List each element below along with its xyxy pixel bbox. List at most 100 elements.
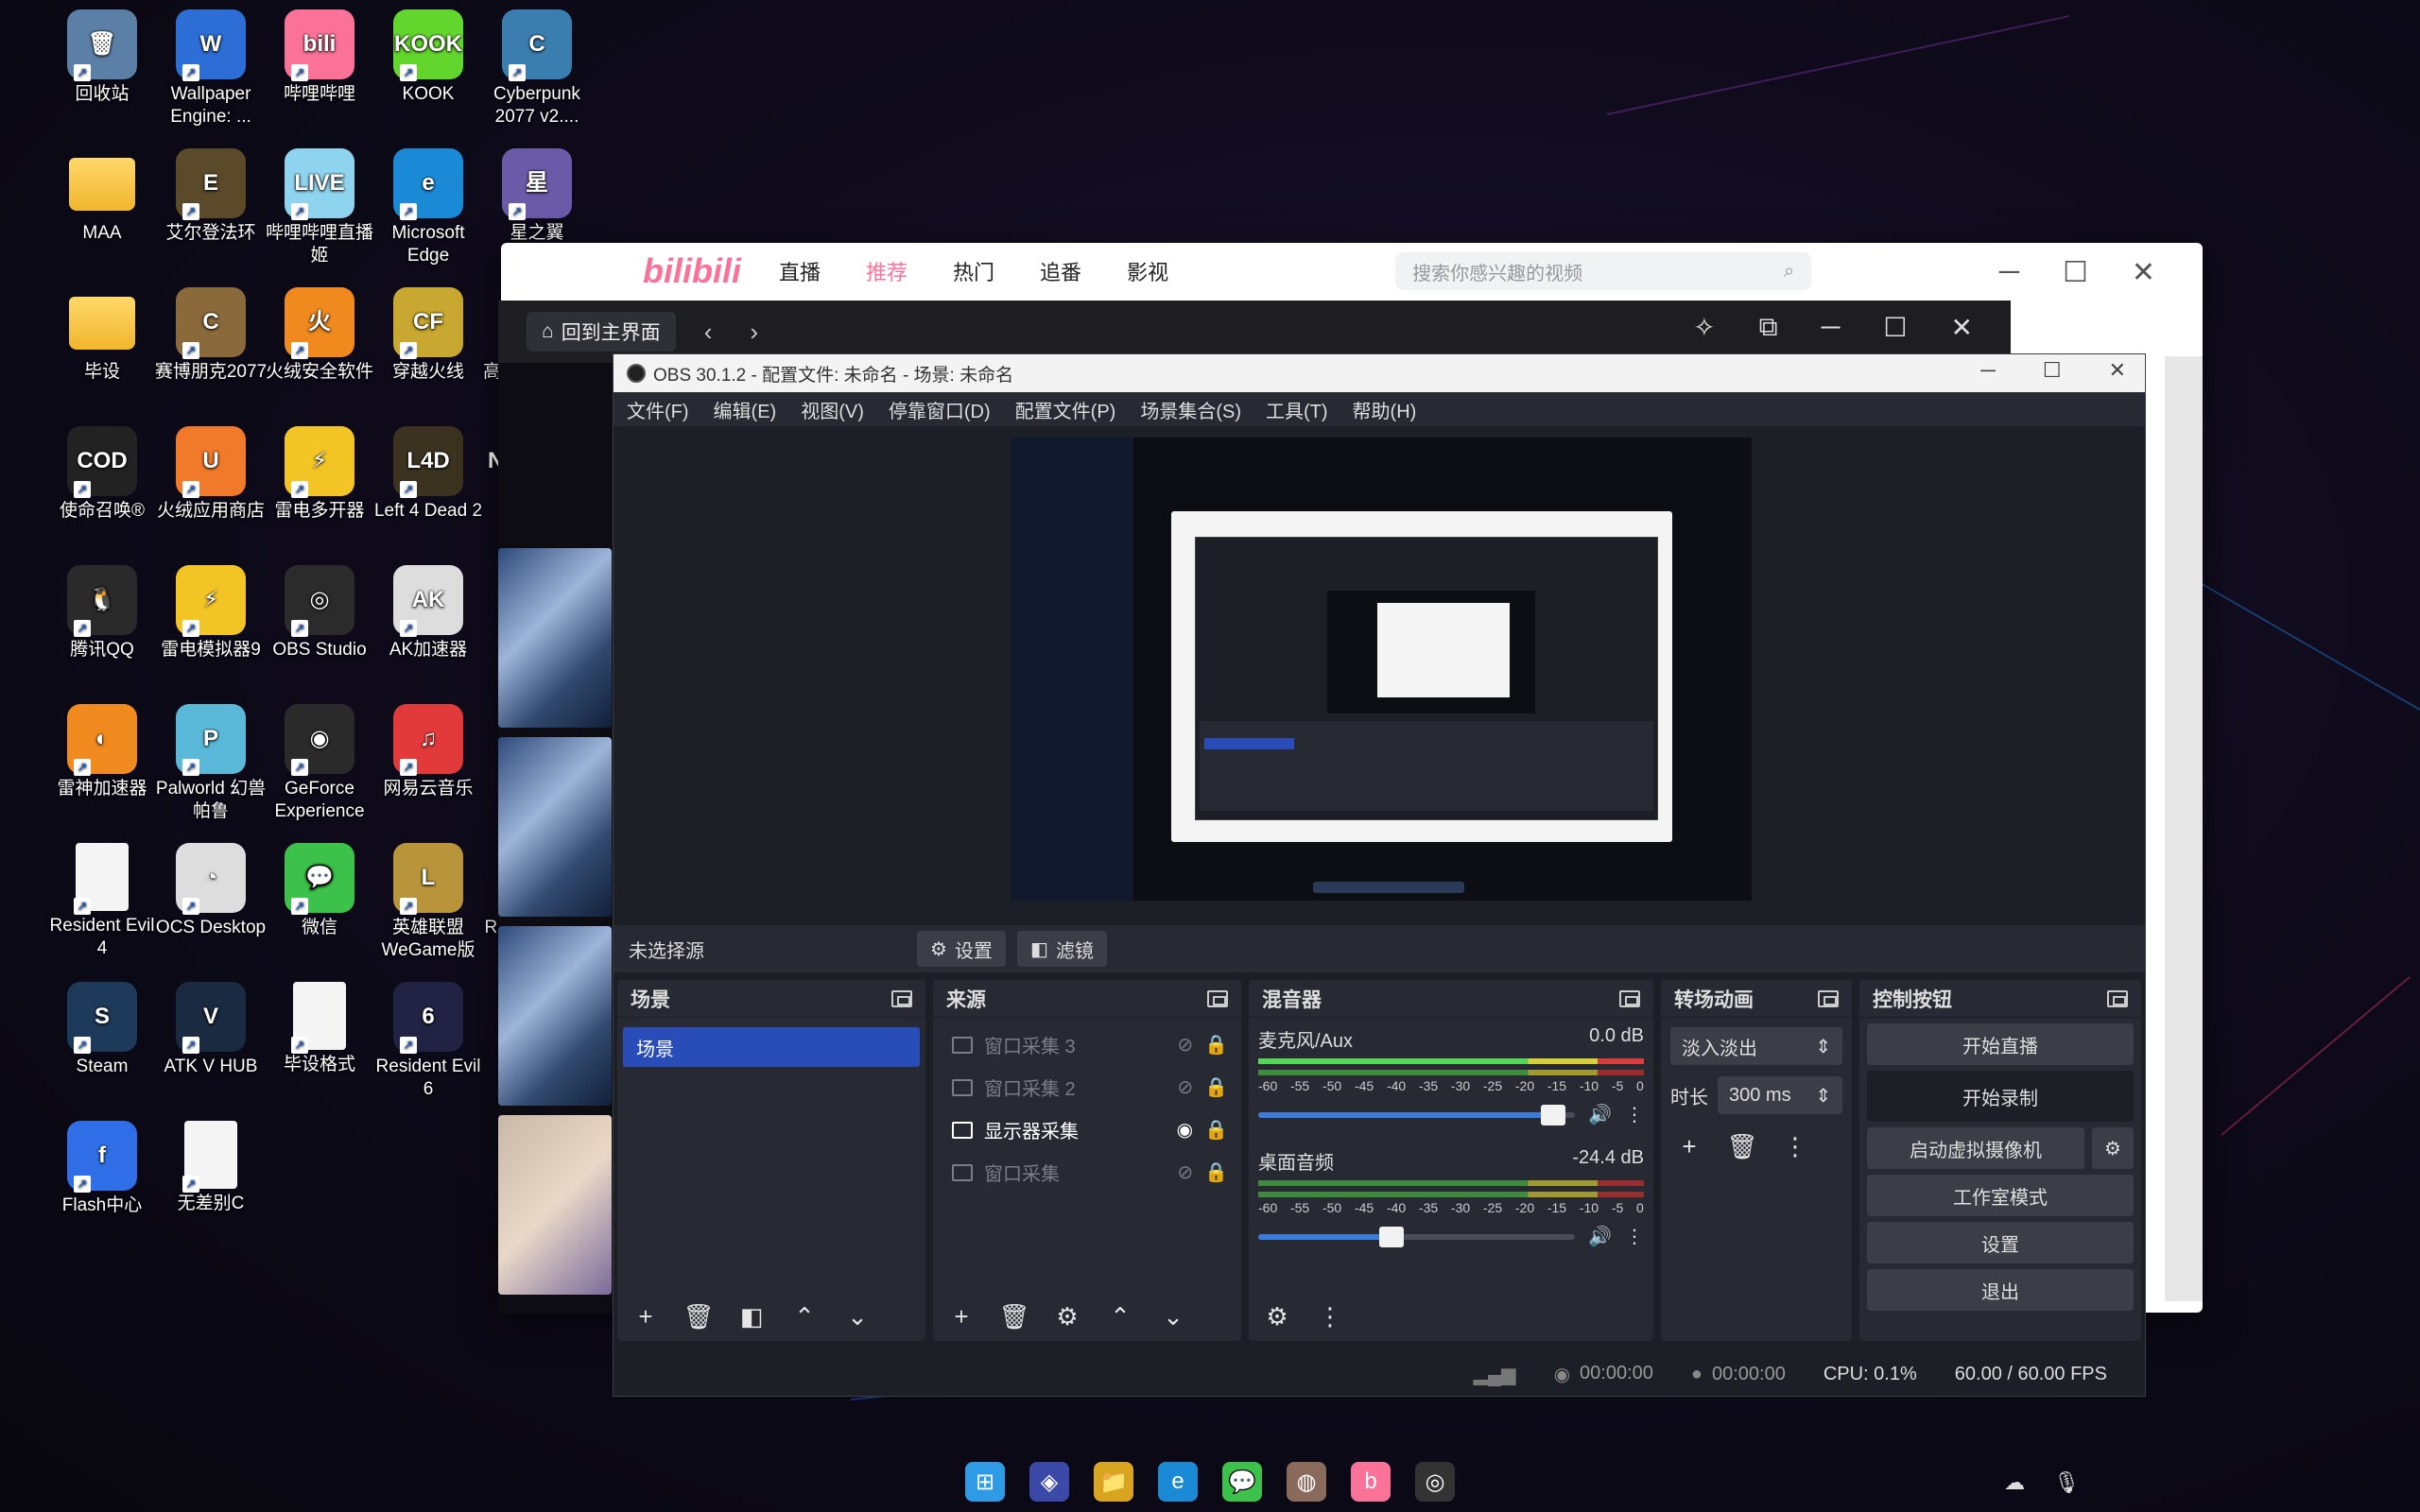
minimize-icon[interactable]: ─: [1822, 312, 1841, 343]
desktop-icon[interactable]: S Steam ↗: [45, 982, 159, 1078]
source-item[interactable]: 显示器采集 ◉ 🔒: [933, 1108, 1241, 1151]
game-taskbar-icon[interactable]: ◍: [1287, 1462, 1326, 1502]
eye-icon[interactable]: ◉: [1177, 1118, 1193, 1142]
undock-icon[interactable]: [1207, 989, 1228, 1007]
minimize-icon[interactable]: ─: [1999, 256, 2019, 289]
undock-icon[interactable]: [891, 989, 912, 1007]
desktop-icon[interactable]: W Wallpaper Engine: ... ↗: [154, 9, 268, 129]
menu-item[interactable]: 编辑(E): [714, 396, 777, 423]
speaker-icon[interactable]: 🔊: [1588, 1225, 1612, 1248]
microphone-icon[interactable]: 🎙: [2053, 1470, 2080, 1495]
obs-window[interactable]: OBS 30.1.2 - 配置文件: 未命名 - 场景: 未命名 ─ ☐ ✕ 文…: [613, 353, 2146, 1397]
close-icon[interactable]: ✕: [1951, 312, 1973, 343]
close-icon[interactable]: ✕: [2109, 358, 2126, 383]
bili-logo[interactable]: bilibili: [643, 251, 741, 291]
video-thumbnail[interactable]: [498, 737, 612, 917]
desktop-icon[interactable]: MAA: [45, 148, 159, 245]
desktop-icon[interactable]: 毕设格式 ↗: [263, 982, 376, 1076]
bili-nav-item[interactable]: 追番: [1040, 256, 1081, 286]
more-menu-icon[interactable]: ⋮: [1311, 1297, 1349, 1335]
start-recording-button[interactable]: 开始录制: [1867, 1071, 2134, 1122]
minimize-icon[interactable]: ─: [1980, 358, 1996, 383]
app-icon-taskbar-icon[interactable]: ◈: [1029, 1462, 1069, 1502]
lock-icon[interactable]: 🔒: [1204, 1118, 1228, 1142]
desktop-icon[interactable]: AK AK加速器 ↗: [372, 565, 485, 662]
menu-item[interactable]: 配置文件(P): [1015, 396, 1116, 423]
desktop-icon[interactable]: 💬 微信 ↗: [263, 843, 376, 939]
lock-icon[interactable]: 🔒: [1204, 1033, 1228, 1057]
desktop-icon[interactable]: CF 穿越火线 ↗: [372, 287, 485, 384]
filters-button[interactable]: ◧ 滤镜: [1016, 931, 1107, 967]
wechat-taskbar-icon[interactable]: 💬: [1222, 1462, 1262, 1502]
transition-select[interactable]: 淡入淡出 ⇕: [1670, 1027, 1842, 1065]
home-button[interactable]: ⌂ 回到主界面: [527, 312, 676, 352]
scene-item[interactable]: 场景: [623, 1027, 920, 1067]
speaker-icon[interactable]: 🔊: [1588, 1103, 1612, 1126]
bili-nav-item[interactable]: 热门: [953, 256, 994, 286]
desktop-icon[interactable]: 🐧 腾讯QQ ↗: [45, 565, 159, 662]
desktop-icon[interactable]: L4D Left 4 Dead 2 ↗: [372, 426, 485, 523]
properties-button[interactable]: ⚙ 设置: [917, 931, 1006, 967]
desktop-icon[interactable]: COD 使命召唤® ↗: [45, 426, 159, 523]
menu-item[interactable]: 场景集合(S): [1140, 396, 1241, 423]
back-icon[interactable]: ‹: [704, 318, 713, 347]
maximize-icon[interactable]: ☐: [2063, 256, 2088, 289]
advanced-audio-gear-icon[interactable]: ⚙: [1258, 1297, 1296, 1335]
move-up-icon[interactable]: ⌃: [786, 1297, 823, 1335]
desktop-icon[interactable]: ◉ GeForce Experience ↗: [263, 704, 376, 823]
filter-icon[interactable]: ◧: [733, 1297, 770, 1335]
move-up-icon[interactable]: ⌃: [1101, 1297, 1139, 1335]
desktop-icon[interactable]: Resident Evil 4 ↗: [45, 843, 159, 960]
trash-icon[interactable]: 🗑: [1723, 1127, 1761, 1165]
desktop-icon[interactable]: 无差别C ↗: [154, 1121, 268, 1215]
lock-icon[interactable]: 🔒: [1204, 1075, 1228, 1099]
desktop-icon[interactable]: f Flash中心 ↗: [45, 1121, 159, 1217]
cloud-icon[interactable]: ☁: [2004, 1470, 2025, 1495]
menu-item[interactable]: 视图(V): [801, 396, 864, 423]
virtual-camera-gear-icon[interactable]: ⚙: [2092, 1127, 2134, 1169]
desktop-icon[interactable]: ⚡ 雷电多开器 ↗: [263, 426, 376, 523]
undock-icon[interactable]: [1619, 989, 1640, 1007]
menu-item[interactable]: 文件(F): [627, 396, 689, 423]
maximize-icon[interactable]: ☐: [2043, 358, 2062, 383]
desktop-icon[interactable]: ⚡ 雷电模拟器9 ↗: [154, 565, 268, 662]
source-item[interactable]: 窗口采集 2 ⊘ 🔒: [933, 1066, 1241, 1108]
maximize-icon[interactable]: ☐: [1883, 312, 1907, 343]
more-menu-icon[interactable]: ⋮: [1625, 1225, 1644, 1248]
desktop-icon[interactable]: ◎ OBS Studio ↗: [263, 565, 376, 662]
exit-button[interactable]: 退出: [1867, 1269, 2134, 1311]
move-down-icon[interactable]: ⌄: [838, 1297, 876, 1335]
menu-item[interactable]: 停靠窗口(D): [889, 396, 991, 423]
pin-icon[interactable]: ✧: [1693, 312, 1715, 343]
source-item[interactable]: 窗口采集 3 ⊘ 🔒: [933, 1023, 1241, 1066]
menu-item[interactable]: 工具(T): [1266, 396, 1328, 423]
duration-input[interactable]: 300 ms ⇕: [1718, 1076, 1842, 1114]
video-thumbnail[interactable]: [498, 1115, 612, 1295]
desktop-icon[interactable]: E 艾尔登法环 ↗: [154, 148, 268, 245]
trash-icon[interactable]: 🗑: [680, 1297, 717, 1335]
bili-search-input[interactable]: 搜索你感兴趣的视频 ⌕: [1395, 252, 1812, 290]
edge-taskbar-icon[interactable]: e: [1158, 1462, 1198, 1502]
add-icon[interactable]: +: [942, 1297, 980, 1335]
desktop-icon[interactable]: 星星之翼 ↗: [480, 148, 594, 245]
desktop-icon[interactable]: ♫ 网易云音乐 ↗: [372, 704, 485, 800]
desktop-icon[interactable]: ◔ OCS Desktop ↗: [154, 843, 268, 939]
desktop-icon[interactable]: C Cyberpunk 2077 v2.... ↗: [480, 9, 594, 129]
desktop-icon[interactable]: L 英雄联盟WeGame版 ↗: [372, 843, 485, 962]
obs-preview[interactable]: [1011, 438, 1752, 901]
bilibili-taskbar-icon[interactable]: b: [1351, 1462, 1391, 1502]
close-icon[interactable]: ✕: [2132, 256, 2155, 289]
obs-taskbar-icon[interactable]: ◎: [1415, 1462, 1455, 1502]
volume-slider[interactable]: [1258, 1226, 1576, 1247]
move-down-icon[interactable]: ⌄: [1154, 1297, 1192, 1335]
desktop-icon[interactable]: 🗑 回收站 ↗: [45, 9, 159, 106]
search-icon[interactable]: ⌕: [1784, 261, 1794, 283]
volume-slider[interactable]: [1258, 1104, 1576, 1125]
desktop-icon[interactable]: ◐ 雷神加速器 ↗: [45, 704, 159, 800]
more-menu-icon[interactable]: ⋮: [1776, 1127, 1814, 1165]
gear-icon[interactable]: ⚙: [1048, 1297, 1086, 1335]
volume-knob[interactable]: [1378, 1226, 1404, 1247]
studio-mode-button[interactable]: 工作室模式: [1867, 1175, 2134, 1216]
more-menu-icon[interactable]: ⋮: [1625, 1103, 1644, 1126]
desktop-icon[interactable]: 火火绒安全软件 ↗: [263, 287, 376, 384]
